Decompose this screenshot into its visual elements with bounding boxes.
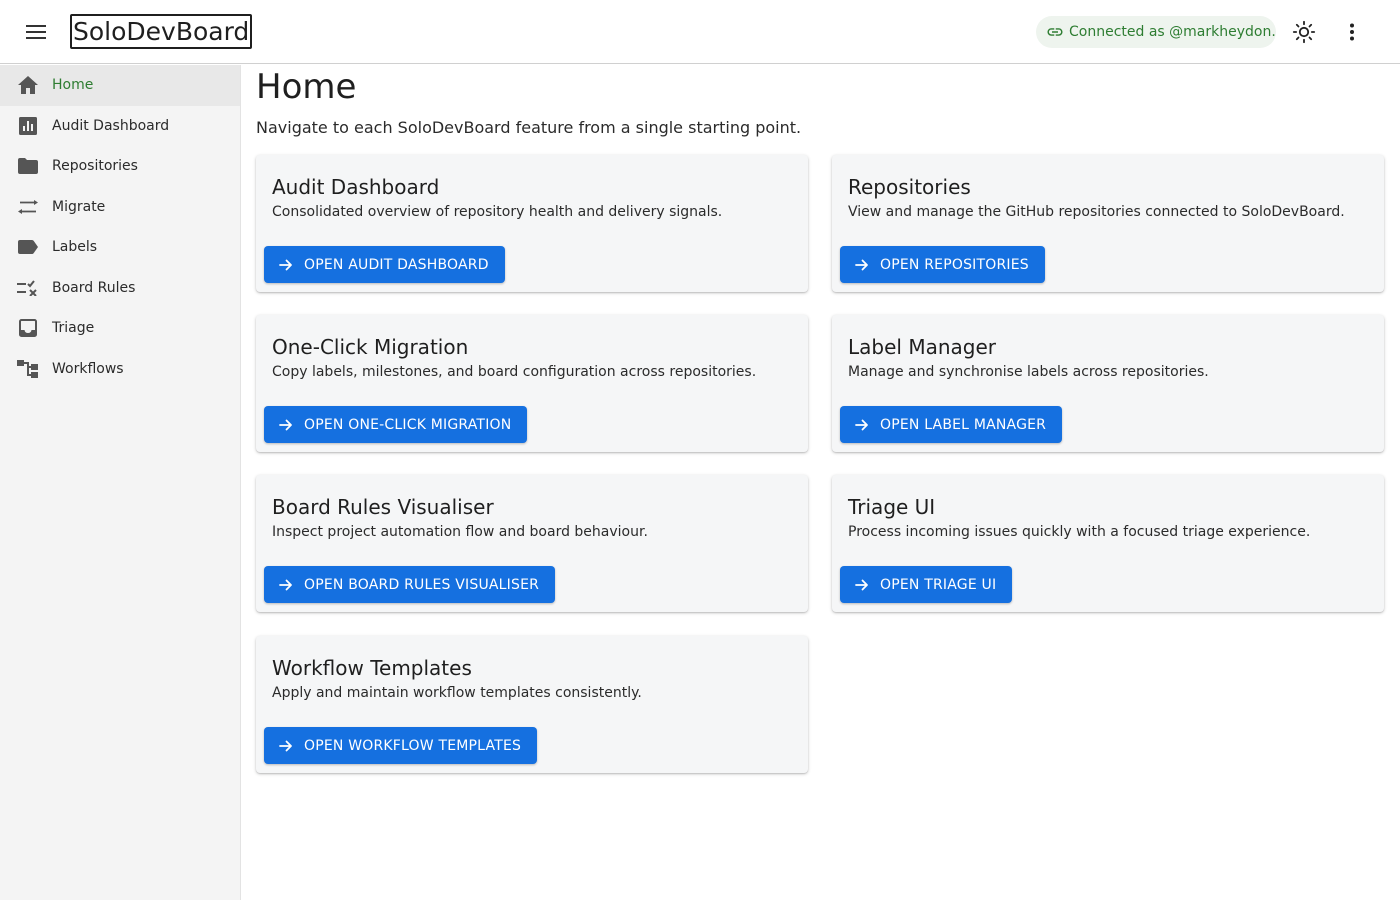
sidebar-item-repositories[interactable]: Repositories <box>0 146 240 187</box>
arrow-right-icon <box>278 576 296 594</box>
inbox-icon <box>17 317 39 339</box>
sidebar: Home Audit Dashboard Repositories Migrat… <box>0 65 241 900</box>
sidebar-item-board-rules[interactable]: Board Rules <box>0 268 240 309</box>
button-label: OPEN AUDIT DASHBOARD <box>304 256 489 273</box>
arrow-right-icon <box>278 256 296 274</box>
connection-status-chip: Connected as @markheydon. <box>1036 16 1276 48</box>
sidebar-item-home[interactable]: Home <box>0 65 240 106</box>
sun-icon <box>1292 20 1316 44</box>
sidebar-item-label: Migrate <box>52 198 106 215</box>
sidebar-item-label: Triage <box>52 320 95 337</box>
more-options-button[interactable] <box>1336 16 1368 48</box>
card-title: Audit Dashboard <box>272 175 440 199</box>
button-label: OPEN TRIAGE UI <box>880 576 997 593</box>
card-title: Label Manager <box>848 335 996 359</box>
sidebar-item-triage[interactable]: Triage <box>0 308 240 349</box>
app-bar: SoloDevBoard Connected as @markheydon. <box>0 0 1400 64</box>
chart-icon <box>17 115 39 137</box>
open-one-click-migration-button[interactable]: OPEN ONE-CLICK MIGRATION <box>264 406 528 443</box>
feature-card-label-manager: Label Manager Manage and synchronise lab… <box>832 315 1384 452</box>
arrow-right-icon <box>278 416 296 434</box>
sidebar-item-label: Labels <box>52 239 98 256</box>
sidebar-item-labels[interactable]: Labels <box>0 227 240 268</box>
open-audit-dashboard-button[interactable]: OPEN AUDIT DASHBOARD <box>264 246 505 283</box>
card-title: Triage UI <box>848 495 936 519</box>
menu-button[interactable] <box>20 16 52 48</box>
swap-icon <box>17 196 39 218</box>
home-icon <box>17 74 39 96</box>
rule-icon <box>17 277 39 299</box>
card-description: Consolidated overview of repository heal… <box>272 204 723 220</box>
more-vert-icon <box>1349 23 1355 41</box>
sidebar-item-label: Board Rules <box>52 279 136 296</box>
button-label: OPEN ONE-CLICK MIGRATION <box>304 416 512 433</box>
card-description: View and manage the GitHub repositories … <box>848 204 1345 220</box>
sidebar-item-label: Repositories <box>52 158 138 175</box>
feature-card-board-rules-visualiser: Board Rules Visualiser Inspect project a… <box>256 475 808 612</box>
page-title: Home <box>256 67 357 107</box>
theme-toggle-button[interactable] <box>1288 16 1320 48</box>
hamburger-icon <box>26 25 46 39</box>
connection-label: Connected as @markheydon. <box>1069 24 1276 40</box>
card-title: Workflow Templates <box>272 656 472 680</box>
arrow-right-icon <box>854 416 872 434</box>
workflow-icon <box>17 358 39 380</box>
sidebar-item-audit-dashboard[interactable]: Audit Dashboard <box>0 106 240 147</box>
arrow-right-icon <box>854 576 872 594</box>
button-label: OPEN LABEL MANAGER <box>880 416 1047 433</box>
folder-icon <box>17 155 39 177</box>
feature-card-one-click-migration: One-Click Migration Copy labels, milesto… <box>256 315 808 452</box>
open-board-rules-visualiser-button[interactable]: OPEN BOARD RULES VISUALISER <box>264 566 556 603</box>
main-content: Home Navigate to each SoloDevBoard featu… <box>256 65 1386 138</box>
link-icon <box>1046 23 1064 41</box>
feature-card-audit-dashboard: Audit Dashboard Consolidated overview of… <box>256 155 808 292</box>
arrow-right-icon <box>854 256 872 274</box>
open-label-manager-button[interactable]: OPEN LABEL MANAGER <box>840 406 1063 443</box>
card-title: One-Click Migration <box>272 335 469 359</box>
button-label: OPEN REPOSITORIES <box>880 256 1029 273</box>
button-label: OPEN BOARD RULES VISUALISER <box>304 576 540 593</box>
open-workflow-templates-button[interactable]: OPEN WORKFLOW TEMPLATES <box>264 727 538 764</box>
sidebar-item-workflows[interactable]: Workflows <box>0 349 240 390</box>
sidebar-item-label: Audit Dashboard <box>52 117 170 134</box>
card-title: Board Rules Visualiser <box>272 495 494 519</box>
card-description: Manage and synchronise labels across rep… <box>848 364 1209 380</box>
open-triage-ui-button[interactable]: OPEN TRIAGE UI <box>840 566 1013 603</box>
sidebar-item-migrate[interactable]: Migrate <box>0 187 240 228</box>
sidebar-item-label: Home <box>52 77 94 94</box>
button-label: OPEN WORKFLOW TEMPLATES <box>304 737 522 754</box>
card-description: Copy labels, milestones, and board confi… <box>272 364 757 380</box>
app-title[interactable]: SoloDevBoard <box>70 14 253 49</box>
feature-card-repositories: Repositories View and manage the GitHub … <box>832 155 1384 292</box>
card-description: Inspect project automation flow and boar… <box>272 524 648 540</box>
card-description: Process incoming issues quickly with a f… <box>848 524 1311 540</box>
arrow-right-icon <box>278 737 296 755</box>
card-description: Apply and maintain workflow templates co… <box>272 685 642 701</box>
page-subtitle: Navigate to each SoloDevBoard feature fr… <box>256 118 802 137</box>
card-title: Repositories <box>848 175 971 199</box>
open-repositories-button[interactable]: OPEN REPOSITORIES <box>840 246 1045 283</box>
label-icon <box>17 236 39 258</box>
feature-card-triage-ui: Triage UI Process incoming issues quickl… <box>832 475 1384 612</box>
sidebar-item-label: Workflows <box>52 360 124 377</box>
feature-card-workflow-templates: Workflow Templates Apply and maintain wo… <box>256 636 808 773</box>
